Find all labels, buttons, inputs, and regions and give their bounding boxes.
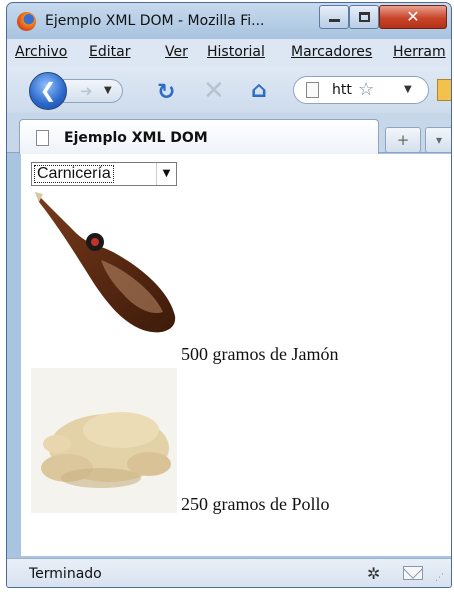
bookmark-star-icon[interactable]: ☆ <box>358 79 374 100</box>
tab-list-button[interactable]: ▾ <box>425 127 451 153</box>
close-icon: ✕ <box>406 7 420 26</box>
close-button[interactable]: ✕ <box>379 5 447 29</box>
maximize-button[interactable] <box>349 5 379 29</box>
page-content: Carnicería ▼ 500 gramos de Jamón 250 gra… <box>21 154 451 556</box>
menu-editar[interactable]: Editar <box>89 44 130 60</box>
item-description: 250 gramos de Pollo <box>181 494 330 514</box>
url-text[interactable]: htt <box>332 82 352 98</box>
status-bar: Terminado ✲ ⋰ <box>7 558 451 587</box>
item-description: 500 gramos de Jamón <box>181 344 339 364</box>
menu-ver[interactable]: Ver <box>165 44 188 60</box>
menu-archivo[interactable]: Archivo <box>15 44 67 60</box>
minimize-button[interactable] <box>319 5 349 29</box>
history-dropdown-icon[interactable]: ▼ <box>104 85 112 96</box>
forward-arrow-icon: ➜ <box>80 82 93 100</box>
menu-historial[interactable]: Historial <box>207 44 265 60</box>
addon-icon[interactable] <box>437 79 451 101</box>
ham-image <box>35 192 176 333</box>
stop-icon[interactable]: ✕ <box>203 76 225 106</box>
chicken-image <box>31 368 177 513</box>
menu-marcadores[interactable]: Marcadores <box>291 44 372 60</box>
minimize-icon <box>329 19 340 22</box>
list-item: 500 gramos de Jamón <box>31 190 451 368</box>
menu-bar: Archivo Editar Ver Historial Marcadores … <box>7 39 451 67</box>
title-bar: Ejemplo XML DOM - Mozilla Fi... ✕ <box>7 3 451 39</box>
menu-editar-label: Editar <box>89 44 131 60</box>
url-dropdown-icon[interactable]: ▼ <box>404 84 412 95</box>
status-text: Terminado <box>29 566 102 582</box>
menu-herramientas[interactable]: Herram <box>393 44 446 60</box>
page-icon <box>36 130 49 146</box>
forward-button[interactable]: ➜ ▼ <box>63 79 123 103</box>
page-icon <box>306 82 319 98</box>
tab-strip: Ejemplo XML DOM + ▾ <box>7 113 451 154</box>
menu-archivo-label: Archivo <box>15 44 68 60</box>
new-tab-button[interactable]: + <box>385 127 421 153</box>
menu-ver-label: Ver <box>165 44 188 60</box>
category-select[interactable]: Carnicería ▼ <box>31 162 177 186</box>
bug-icon[interactable]: ✲ <box>367 564 380 583</box>
menu-marcadores-label: Marcadores <box>291 44 373 60</box>
firefox-logo-icon <box>17 12 36 31</box>
list-item: 250 gramos de Pollo <box>31 368 451 518</box>
category-select-value: Carnicería <box>34 165 114 183</box>
chevron-down-icon[interactable]: ▼ <box>156 163 176 185</box>
home-icon[interactable]: ⌂ <box>251 78 267 103</box>
tab-ejemplo-xml-dom[interactable]: Ejemplo XML DOM <box>19 119 379 154</box>
reload-icon[interactable]: ↻ <box>157 80 175 105</box>
tab-title: Ejemplo XML DOM <box>64 130 208 146</box>
mail-icon[interactable] <box>403 566 423 580</box>
menu-herramientas-label: Herram <box>393 44 446 60</box>
back-button[interactable]: ❮ <box>29 72 67 110</box>
navigation-toolbar: ➜ ▼ ❮ ↻ ✕ ⌂ htt ☆ ▼ <box>7 67 451 113</box>
back-arrow-icon: ❮ <box>39 78 57 102</box>
window-title: Ejemplo XML DOM - Mozilla Fi... <box>45 13 265 29</box>
url-bar[interactable]: htt ☆ ▼ <box>293 76 429 104</box>
menu-historial-label: Historial <box>207 44 265 60</box>
chevron-down-icon: ▾ <box>435 133 443 147</box>
maximize-icon <box>359 12 370 22</box>
plus-icon: + <box>396 131 410 149</box>
browser-window: Ejemplo XML DOM - Mozilla Fi... ✕ Archiv… <box>6 2 452 588</box>
resize-grip-icon[interactable]: ⋰ <box>435 573 444 583</box>
